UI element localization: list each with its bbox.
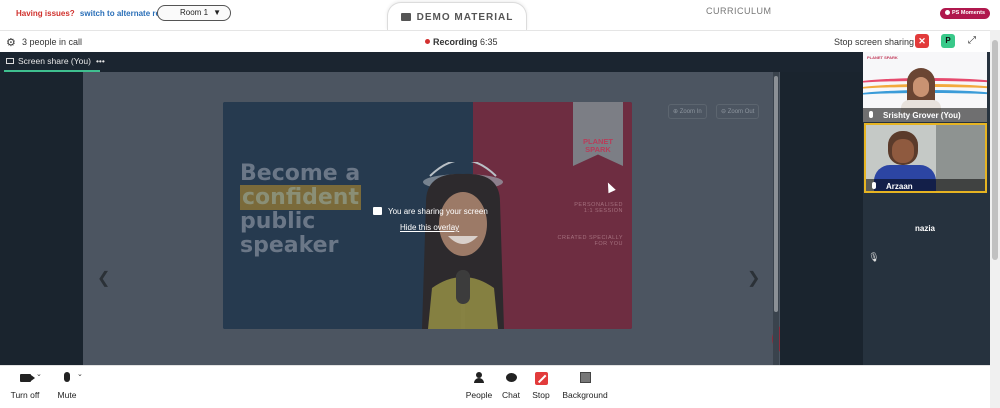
participant-name: Srishty Grover (You): [883, 111, 961, 120]
turn-off-label: Turn off: [10, 390, 40, 400]
chat-button[interactable]: Chat: [500, 372, 522, 400]
demo-material-label: DEMO MATERIAL: [416, 12, 514, 23]
recording-dot-icon: [425, 39, 430, 44]
ps-moments-label: PS Moments: [952, 10, 986, 16]
page-scrollbar[interactable]: [990, 30, 1000, 408]
mic-icon: [869, 111, 873, 118]
screen-share-stage: Screen share (You) ••• ⊕ Zoom In ⊖ Zoom O…: [0, 52, 863, 365]
slide-line-1: Become a: [240, 161, 361, 186]
zoom-in-button[interactable]: ⊕ Zoom In: [668, 104, 707, 119]
background-button[interactable]: Background: [560, 372, 610, 400]
people-count: 3 people in call: [22, 37, 83, 47]
participant-video: [901, 68, 941, 114]
mute-button[interactable]: Mute ⌄: [55, 371, 83, 400]
hide-overlay-link[interactable]: Hide this overlay: [400, 223, 459, 232]
right-margin: [780, 72, 863, 365]
caret-down-icon: ▼: [213, 8, 221, 17]
page-scrollbar-thumb[interactable]: [992, 40, 998, 260]
room-select-value: Room 1: [180, 8, 209, 17]
mic-icon: [872, 182, 876, 189]
people-button[interactable]: People: [464, 372, 494, 400]
left-margin: [0, 72, 83, 365]
chat-label: Chat: [502, 390, 520, 400]
next-slide-icon[interactable]: ❯: [747, 268, 760, 288]
gear-icon[interactable]: ⚙: [6, 36, 16, 49]
room-select[interactable]: Room 1 ▼: [157, 5, 231, 21]
person-icon: [464, 372, 494, 385]
mic-icon: [55, 372, 79, 385]
search-zoom-icon: ⊕: [673, 109, 680, 115]
call-header: ⚙ 3 people in call Recording 6:35 Stop s…: [0, 30, 990, 52]
participant-tile-arzaan[interactable]: Arzaan: [864, 123, 987, 193]
folder-icon: [400, 13, 411, 21]
slide-sub-1b: 1:1 SESSION: [583, 208, 623, 214]
slide-sub-2b: FOR YOU: [594, 241, 623, 247]
stop-screen-sharing-link[interactable]: Stop screen sharing: [834, 37, 914, 47]
top-bar: Having issues? switch to alternate room …: [0, 0, 1000, 30]
screen-share-icon: [373, 207, 382, 215]
screen-share-tab-label: Screen share (You): [18, 56, 91, 66]
chat-bubble-icon: [500, 372, 522, 385]
tile-logo: PLANET SPARK: [867, 55, 898, 60]
p-button[interactable]: P: [941, 34, 955, 48]
slide-subtext-2: CREATED SPECIALLY FOR YOU: [553, 235, 623, 247]
stop-share-button[interactable]: Stop: [529, 372, 553, 400]
participant-label: Srishty Grover (You): [863, 108, 987, 122]
chevron-down-icon[interactable]: ⌄: [77, 370, 83, 378]
recording-label: Recording: [433, 37, 478, 47]
curriculum-tab[interactable]: CURRICULUM: [706, 6, 772, 16]
slide-headline: Become a confident public speaker: [240, 162, 361, 258]
stop-label: Stop: [532, 390, 550, 400]
participant-video: [888, 131, 918, 165]
controls-bar: Turn off ⌄ Mute ⌄ People Chat Stop Backg…: [0, 365, 990, 408]
screen-share-tab[interactable]: Screen share (You) •••: [4, 56, 105, 72]
share-scrollbar-thumb[interactable]: [774, 76, 778, 312]
zoom-out-label: Zoom Out: [727, 109, 755, 115]
camera-toggle-button[interactable]: Turn off ⌄: [9, 370, 42, 400]
background-label: Background: [562, 390, 608, 400]
sharing-overlay-message: You are sharing your screen: [373, 207, 488, 216]
mute-label: Mute: [57, 390, 77, 400]
close-share-button[interactable]: ✕: [915, 34, 929, 48]
people-label: People: [465, 390, 493, 400]
zoom-in-label: Zoom In: [679, 109, 702, 115]
share-scrollbar[interactable]: [773, 72, 779, 365]
brand-line-2: SPARK: [585, 145, 611, 154]
stop-share-icon: [529, 372, 553, 385]
planet-spark-logo: PLANET SPARK: [575, 138, 621, 154]
camera-icon: [945, 10, 950, 15]
slide-line-3: public: [240, 209, 316, 234]
background-icon: [560, 372, 610, 385]
chevron-down-icon[interactable]: ⌄: [36, 370, 42, 378]
search-zoom-icon: ⊖: [721, 109, 728, 115]
zoom-out-button[interactable]: ⊖ Zoom Out: [716, 104, 760, 119]
share-tab-menu[interactable]: •••: [96, 56, 105, 66]
recording-time: 6:35: [480, 37, 498, 47]
mic-muted-icon: 🎙: [868, 252, 880, 262]
participant-tile-self[interactable]: PLANET SPARK Srishty Grover (You): [863, 52, 987, 122]
prev-slide-icon[interactable]: ❮: [97, 268, 110, 288]
participant-label: Arzaan: [866, 179, 985, 191]
screen-share-icon: [6, 58, 14, 64]
slide-line-4: speaker: [240, 233, 339, 258]
girl-with-microphone-image: [422, 162, 504, 329]
recording-status: Recording 6:35: [425, 37, 498, 47]
expand-icon[interactable]: ⤢: [968, 35, 976, 46]
ps-moments-button[interactable]: PS Moments: [940, 8, 990, 19]
slide-subtext-1: PERSONALISED 1:1 SESSION: [553, 202, 623, 214]
share-tab-bar: Screen share (You) •••: [0, 52, 863, 72]
issues-text: Having issues?: [16, 9, 75, 18]
slide-line-2: confident: [240, 185, 361, 210]
participants-panel: PLANET SPARK Srishty Grover (You) Arzaan…: [863, 52, 990, 365]
participant-name: Arzaan: [886, 182, 913, 191]
overlay-text: You are sharing your screen: [388, 207, 488, 216]
issues-notice: Having issues? switch to alternate room: [16, 9, 172, 18]
participant-name: nazia: [914, 224, 935, 233]
demo-material-tab[interactable]: DEMO MATERIAL: [387, 2, 527, 30]
